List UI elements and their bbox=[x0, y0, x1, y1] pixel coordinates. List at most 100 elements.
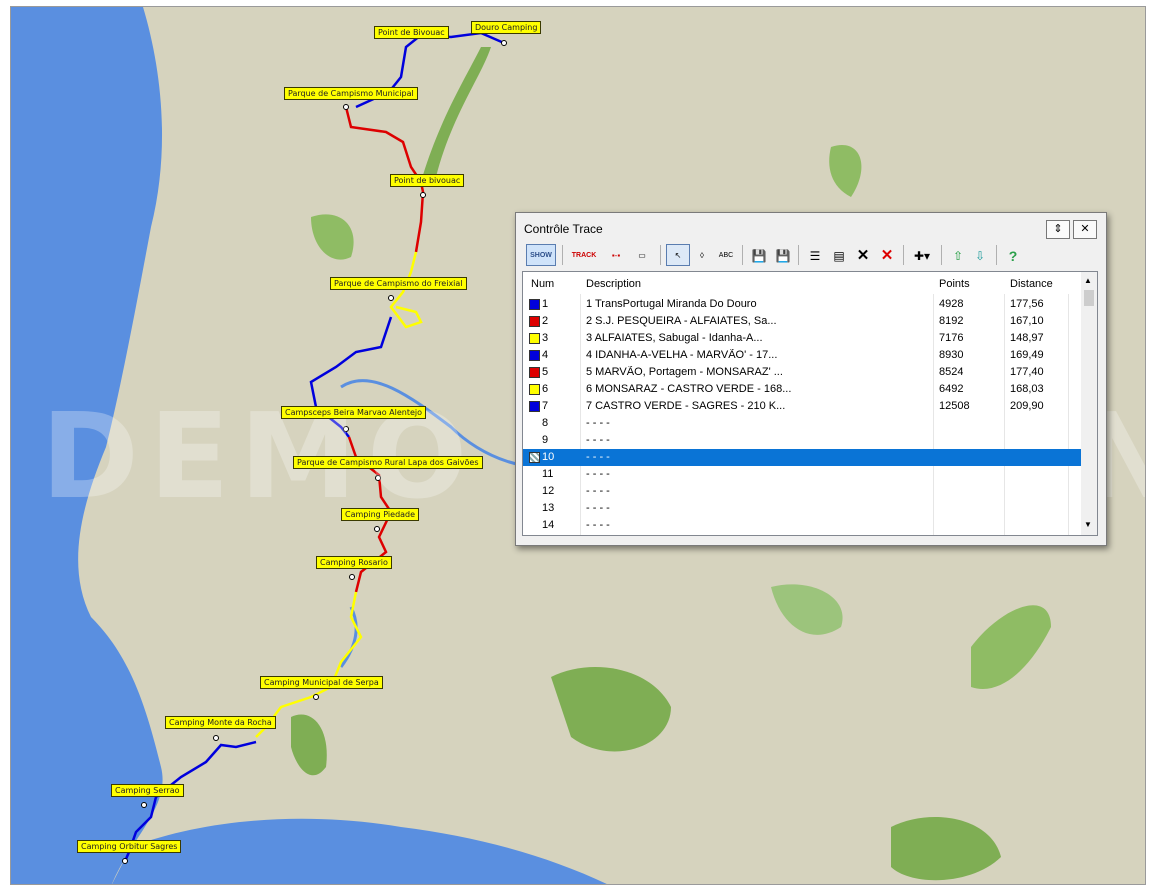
table-row[interactable]: 2 2 S.J. PESQUEIRA - ALFAIATES, Sa... 8192… bbox=[523, 313, 1081, 330]
row-num: 9 bbox=[542, 434, 549, 446]
row-points: 8524 bbox=[939, 366, 964, 378]
header-points[interactable]: Points bbox=[939, 278, 970, 290]
collapse-button[interactable]: ⇕ bbox=[1046, 220, 1070, 239]
table-row[interactable]: 4 4 IDANHA-A-VELHA - MARVÃO' - 17... 8930 1… bbox=[523, 347, 1081, 364]
scroll-thumb[interactable] bbox=[1084, 290, 1094, 306]
row-description: - - - - bbox=[586, 417, 610, 429]
show-button[interactable]: SHOW bbox=[526, 244, 556, 266]
properties-icon[interactable]: ▤ bbox=[827, 244, 851, 266]
row-num: 1 bbox=[542, 298, 549, 310]
abc-button[interactable]: ABC bbox=[714, 244, 738, 266]
help-icon[interactable]: ? bbox=[1001, 244, 1025, 266]
row-num: 8 bbox=[542, 417, 549, 429]
row-description: - - - - bbox=[586, 451, 610, 463]
move-down-icon[interactable]: ⇩ bbox=[968, 244, 992, 266]
table-row[interactable]: 14 - - - - bbox=[523, 517, 1081, 534]
color-swatch[interactable] bbox=[529, 333, 540, 344]
waypoint-label[interactable]: Camping Municipal de Serpa bbox=[260, 676, 383, 689]
track-button[interactable]: TRACK bbox=[568, 244, 600, 266]
row-points: 8192 bbox=[939, 315, 964, 327]
table-row[interactable]: 10 - - - - bbox=[523, 449, 1081, 466]
select-icon[interactable]: ↖ bbox=[666, 244, 690, 266]
table-row[interactable]: 9 - - - - bbox=[523, 432, 1081, 449]
table-row[interactable]: 13 - - - - bbox=[523, 500, 1081, 517]
save-as-icon[interactable]: 💾 bbox=[771, 244, 795, 266]
row-description: 2 S.J. PESQUEIRA - ALFAIATES, Sa... bbox=[586, 315, 777, 327]
row-distance: 177,40 bbox=[1010, 366, 1044, 378]
waypoint-label[interactable]: Point de Bivouac bbox=[374, 26, 449, 39]
row-num: 10 bbox=[542, 451, 555, 463]
table-row[interactable]: 7 7 CASTRO VERDE - SAGRES - 210 K... 12508… bbox=[523, 398, 1081, 415]
separator bbox=[742, 245, 743, 265]
dialog-titlebar[interactable]: Contrôle Trace ⇕ ✕ bbox=[516, 213, 1106, 243]
waypoint-label[interactable]: Parque de Campismo Municipal bbox=[284, 87, 418, 100]
add-dropdown-icon[interactable]: ✚▾ bbox=[908, 244, 936, 266]
header-description[interactable]: Description bbox=[586, 278, 641, 290]
waypoint-label[interactable]: Camping Orbitur Sagres bbox=[77, 840, 182, 853]
row-description: - - - - bbox=[586, 468, 610, 480]
waypoint-label[interactable]: Douro Camping bbox=[471, 21, 542, 34]
table-row[interactable]: 11 - - - - bbox=[523, 466, 1081, 483]
table-row[interactable]: 8 - - - - bbox=[523, 415, 1081, 432]
ruler-icon[interactable]: ▭ bbox=[630, 244, 654, 266]
row-description: 4 IDANHA-A-VELHA - MARVÃO' - 17... bbox=[586, 349, 778, 361]
header-num[interactable]: Num bbox=[531, 278, 554, 290]
waypoint-label[interactable]: Camping Piedade bbox=[341, 508, 420, 521]
color-swatch[interactable] bbox=[529, 384, 540, 395]
row-distance: 169,49 bbox=[1010, 349, 1044, 361]
row-distance: 167,10 bbox=[1010, 315, 1044, 327]
row-description: - - - - bbox=[586, 485, 610, 497]
delete-icon[interactable]: ✕ bbox=[851, 244, 875, 266]
row-description: 1 TransPortugal Miranda Do Douro bbox=[586, 298, 757, 310]
waypoint-label[interactable]: Campsceps Beira Marvao Alentejo bbox=[281, 406, 427, 419]
row-num: 3 bbox=[542, 332, 549, 344]
header-distance[interactable]: Distance bbox=[1010, 278, 1053, 290]
row-points: 8930 bbox=[939, 349, 964, 361]
row-distance: 148,97 bbox=[1010, 332, 1044, 344]
waypoint-label[interactable]: Camping Rosario bbox=[316, 556, 392, 569]
row-description: 5 MARVÃO, Portagem - MONSARAZ' ... bbox=[586, 366, 783, 378]
row-num: 4 bbox=[542, 349, 549, 361]
row-num: 14 bbox=[542, 519, 555, 531]
table-row[interactable]: 3 3 ALFAIATES, Sabugal - Idanha-A... 7176 1… bbox=[523, 330, 1081, 347]
color-swatch[interactable] bbox=[529, 367, 540, 378]
scroll-up-icon[interactable]: ▲ bbox=[1084, 276, 1092, 285]
color-swatch[interactable] bbox=[529, 316, 540, 327]
point-icon[interactable]: ◊ bbox=[690, 244, 714, 266]
separator bbox=[996, 245, 997, 265]
color-swatch[interactable] bbox=[529, 350, 540, 361]
waypoint-label[interactable]: Parque de Campismo do Freixial bbox=[330, 277, 467, 290]
list-icon[interactable]: ☰ bbox=[803, 244, 827, 266]
close-button[interactable]: ✕ bbox=[1073, 220, 1097, 239]
dialog-title: Contrôle Trace bbox=[524, 222, 603, 236]
table-header: Num Description Points Distance bbox=[523, 272, 1081, 294]
split-icon[interactable]: ▪-▪ bbox=[604, 244, 628, 266]
waypoint-label[interactable]: Point de bivouac bbox=[390, 174, 465, 187]
row-points: 4928 bbox=[939, 298, 964, 310]
row-distance: 168,03 bbox=[1010, 383, 1044, 395]
row-num: 2 bbox=[542, 315, 549, 327]
table-row[interactable]: 6 6 MONSARAZ - CASTRO VERDE - 168... 6492 1… bbox=[523, 381, 1081, 398]
move-up-icon[interactable]: ⇧ bbox=[946, 244, 970, 266]
vertical-scrollbar[interactable]: ▲ ▼ bbox=[1081, 272, 1097, 535]
table-row[interactable]: 1 1 TransPortugal Miranda Do Douro 4928 177… bbox=[523, 296, 1081, 313]
save-icon[interactable]: 💾 bbox=[747, 244, 771, 266]
waypoint-label[interactable]: Parque de Campismo Rural Lapa dos Gaivõe… bbox=[293, 456, 483, 469]
row-points: 6492 bbox=[939, 383, 964, 395]
color-swatch[interactable] bbox=[529, 452, 540, 463]
separator bbox=[941, 245, 942, 265]
row-description: 3 ALFAIATES, Sabugal - Idanha-A... bbox=[586, 332, 763, 344]
scroll-down-icon[interactable]: ▼ bbox=[1084, 520, 1092, 529]
color-swatch[interactable] bbox=[529, 401, 540, 412]
waypoint-label[interactable]: Camping Monte da Rocha bbox=[165, 716, 276, 729]
trace-table[interactable]: Num Description Points Distance 1 1 Trans… bbox=[522, 271, 1098, 536]
row-num: 12 bbox=[542, 485, 555, 497]
delete-all-icon[interactable]: ✕ bbox=[875, 244, 899, 266]
table-row[interactable]: 5 5 MARVÃO, Portagem - MONSARAZ' ... 8524 1… bbox=[523, 364, 1081, 381]
row-description: - - - - bbox=[586, 502, 610, 514]
waypoint-label[interactable]: Camping Serrao bbox=[111, 784, 184, 797]
color-swatch[interactable] bbox=[529, 299, 540, 310]
row-description: - - - - bbox=[586, 434, 610, 446]
table-row[interactable]: 12 - - - - bbox=[523, 483, 1081, 500]
row-points: 12508 bbox=[939, 400, 970, 412]
